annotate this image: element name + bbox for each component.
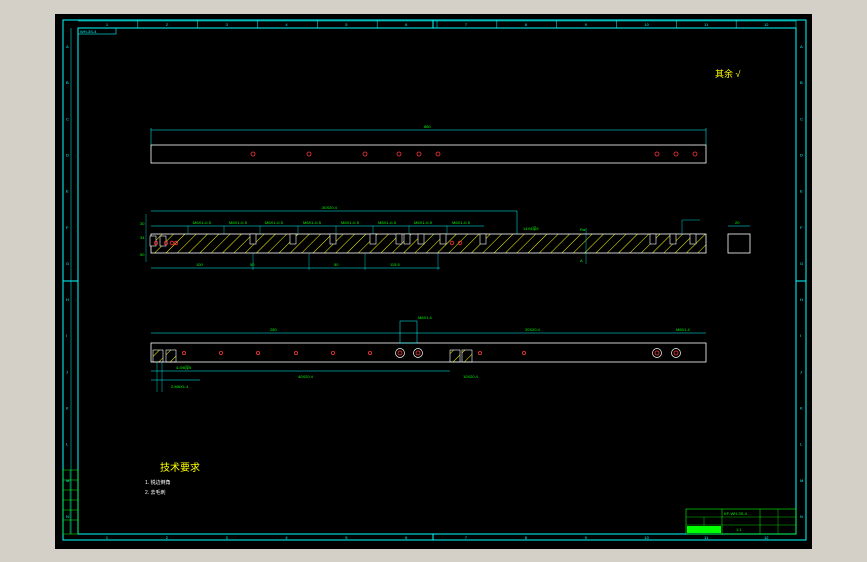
slot: [649, 233, 657, 245]
column-number: 12: [764, 535, 769, 540]
dim-bottom: 4-Φ8深5: [176, 364, 192, 370]
dim-bottom: 2-M6X1.4: [171, 384, 189, 389]
row-letter: M: [800, 478, 803, 483]
row-letter: I: [66, 333, 67, 338]
row-letter: K: [800, 406, 803, 411]
row-letter: I: [800, 333, 801, 338]
slot: [417, 233, 425, 245]
dim-left: 280: [270, 327, 277, 332]
dim-bottom: 50: [250, 262, 255, 267]
row-letter: G: [800, 261, 803, 266]
thread-label: M6X1.4↓5: [452, 220, 471, 225]
dim-bottom: 115.5: [390, 262, 400, 267]
row-letter: A: [800, 44, 803, 49]
column-number: 12: [764, 22, 769, 27]
corner-code: WH-3S-4: [80, 29, 97, 34]
row-letter: A: [66, 44, 69, 49]
row-letter: D: [66, 153, 69, 158]
slot: [395, 233, 403, 245]
row-letter: B: [800, 80, 803, 85]
slot: [369, 233, 377, 245]
cad-drawing: 112233445566778899101011111212 AABBCCDDE…: [55, 14, 812, 549]
row-letter: K: [66, 406, 69, 411]
dim-right-note: 14X4深6: [523, 225, 539, 231]
svg-text:Ra: Ra: [580, 227, 586, 232]
cad-viewport[interactable]: 1 1 2 2 3 3 4 4 5 5 6 6 7 7 8 8 9 9 10 10 11 11 12 12 AABBCCDDE…: [0, 0, 867, 562]
row-letter: B: [66, 80, 69, 85]
row-letter: H: [66, 297, 69, 302]
slot: [403, 233, 411, 245]
slot: [249, 233, 257, 245]
tech-title: 技术要求: [160, 461, 200, 474]
row-letter: E: [800, 189, 803, 194]
thread-label: M6X1.4↓5: [193, 220, 212, 225]
dim-overall: 880: [424, 124, 431, 129]
note-right: M6X1.4: [676, 327, 691, 332]
thread-label: M6X1.4↓5: [378, 220, 397, 225]
thread-label: M6X1.4↓5: [303, 220, 322, 225]
slot: [479, 233, 487, 245]
row-letter: E: [66, 189, 69, 194]
dim-bottom: 10X20.4: [463, 374, 479, 379]
row-letter: C: [800, 116, 803, 121]
row-letter: J: [800, 369, 802, 374]
tech-item-2: 2. 去毛刺: [145, 489, 166, 496]
dim-left: 30: [140, 221, 145, 226]
tech-item-1: 1. 锐边倒角: [145, 479, 171, 486]
slot: [689, 233, 697, 245]
slot: [669, 233, 677, 245]
dim-side: 20: [735, 220, 740, 225]
row-letter: J: [66, 369, 68, 374]
row-letter: C: [66, 116, 69, 121]
slot: [289, 233, 297, 245]
row-letter: M: [66, 478, 69, 483]
dim-bottom: 50: [334, 262, 339, 267]
row-letter: D: [800, 153, 803, 158]
title-part-name: KF-WH-3S-4: [724, 511, 748, 516]
thread-label: M6X1.4↓5: [414, 220, 433, 225]
thread-label: M6X1.4↓5: [341, 220, 360, 225]
roughness-note: 其余 √: [715, 68, 741, 79]
thread-label: M6X1.4↓5: [265, 220, 284, 225]
slot: [439, 233, 447, 245]
dim-right: 20X20.4: [525, 327, 541, 332]
thread-label: M6X1.4↓5: [229, 220, 248, 225]
svg-text:A: A: [580, 258, 583, 263]
title-scale: 1:1: [736, 527, 742, 532]
dim-thread-top: 30X20.4: [322, 205, 338, 210]
row-letter: G: [66, 261, 69, 266]
row-letter: N: [66, 514, 69, 519]
column-number: 10: [644, 535, 649, 540]
dim-bottom: 40X20.4: [298, 374, 314, 379]
row-letter: H: [800, 297, 803, 302]
slot: [329, 233, 337, 245]
dim-left: 50: [140, 252, 145, 257]
dim-bottom: 100: [196, 262, 203, 267]
dim-left: 34: [140, 235, 145, 240]
column-number: 10: [644, 22, 649, 27]
note-top: M6X1.4: [418, 315, 433, 320]
section-hatch: [150, 233, 707, 254]
row-letter: N: [800, 514, 803, 519]
